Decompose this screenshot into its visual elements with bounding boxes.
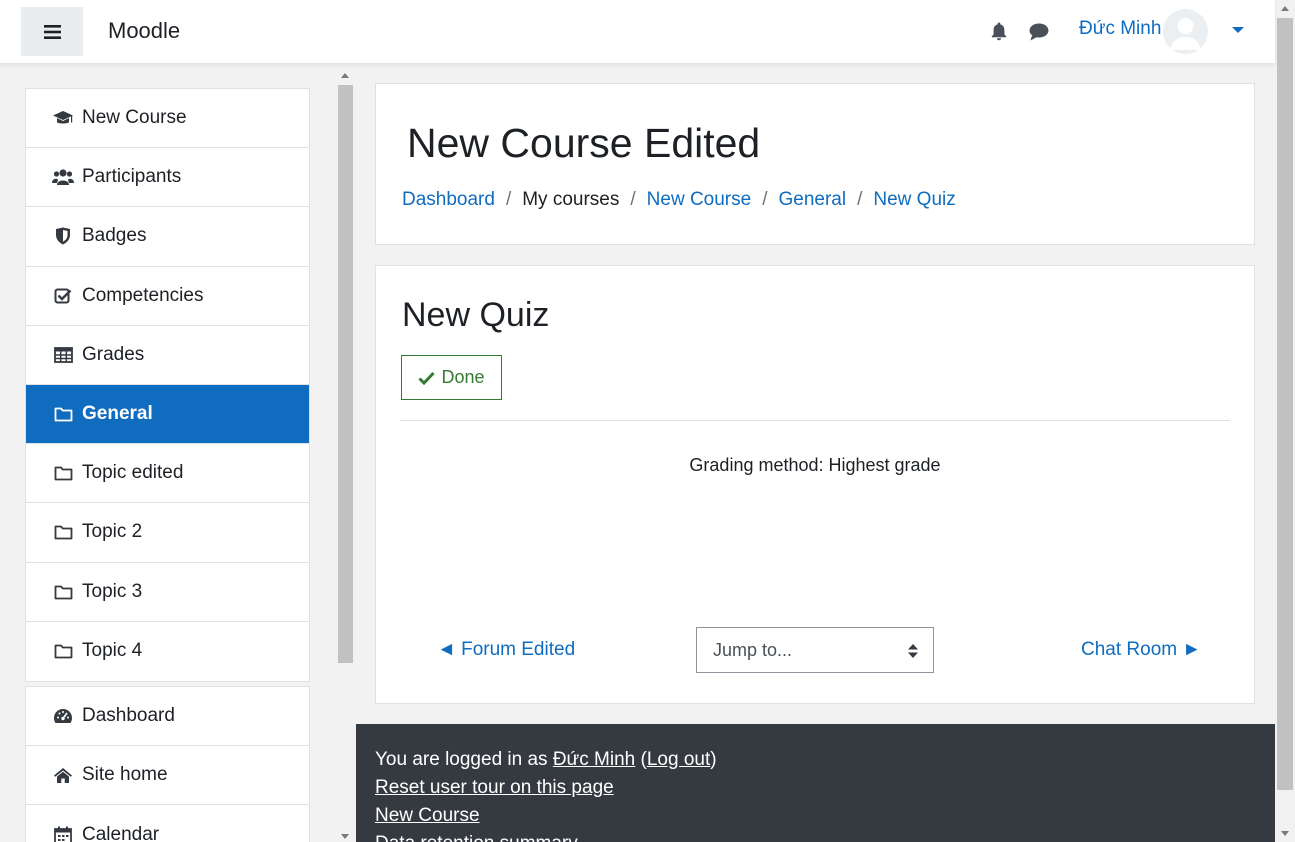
nav-item-topic-edited[interactable]: Topic edited bbox=[26, 444, 309, 504]
check-square-icon bbox=[52, 286, 74, 306]
chevron-down-icon[interactable] bbox=[1232, 27, 1244, 33]
nav-item-label: Participants bbox=[82, 166, 182, 188]
nav-item-general[interactable]: General bbox=[26, 384, 309, 445]
breadcrumb-separator: / bbox=[857, 189, 863, 210]
hamburger-icon bbox=[43, 24, 61, 39]
breadcrumb-new-quiz[interactable]: New Quiz bbox=[873, 189, 955, 211]
drawer-scrollbar[interactable] bbox=[337, 71, 353, 842]
bell-icon[interactable] bbox=[989, 21, 1009, 41]
scroll-down-icon[interactable] bbox=[341, 834, 349, 839]
logout-paren-open: ( bbox=[635, 749, 647, 770]
done-button[interactable]: Done bbox=[401, 355, 502, 400]
nav-item-label: Calendar bbox=[82, 823, 160, 842]
users-icon bbox=[52, 167, 74, 187]
site-nav-group: Dashboard Site home Calendar bbox=[25, 686, 310, 842]
page-scrollbar[interactable] bbox=[1275, 0, 1295, 842]
nav-item-label: Topic edited bbox=[82, 462, 184, 484]
nav-item-label: New Course bbox=[82, 107, 187, 129]
breadcrumb-new-course[interactable]: New Course bbox=[647, 189, 752, 211]
login-info: You are logged in as Đức Minh (Log out) bbox=[375, 746, 1275, 774]
check-icon bbox=[418, 371, 436, 385]
jump-to-select[interactable]: Jump to... bbox=[696, 627, 934, 673]
nav-item-topic-3[interactable]: Topic 3 bbox=[26, 563, 309, 622]
folder-icon bbox=[52, 641, 74, 661]
quiz-title: New Quiz bbox=[402, 296, 550, 334]
footer-course-link[interactable]: New Course bbox=[375, 805, 480, 826]
folder-icon bbox=[52, 522, 74, 542]
nav-item-new-course[interactable]: New Course bbox=[26, 89, 309, 149]
nav-item-label: Competencies bbox=[82, 284, 204, 306]
nav-item-label: Grades bbox=[82, 343, 145, 365]
calendar-icon bbox=[52, 825, 74, 842]
graduation-cap-icon bbox=[52, 108, 74, 128]
nav-item-label: Topic 3 bbox=[82, 580, 143, 602]
folder-icon bbox=[52, 463, 74, 483]
nav-item-site-home[interactable]: Site home bbox=[26, 746, 309, 806]
breadcrumb-dashboard[interactable]: Dashboard bbox=[402, 189, 495, 211]
avatar[interactable] bbox=[1163, 9, 1208, 54]
top-navbar: Moodle Đức Minh bbox=[0, 0, 1275, 63]
nav-item-calendar[interactable]: Calendar bbox=[26, 805, 309, 842]
home-icon bbox=[52, 765, 74, 785]
folder-icon bbox=[52, 404, 74, 424]
footer-user-link[interactable]: Đức Minh bbox=[553, 749, 635, 770]
logout-link[interactable]: Log out bbox=[647, 749, 710, 770]
prev-activity-link[interactable]: ◄ Forum Edited bbox=[437, 639, 575, 661]
nav-item-label: Topic 4 bbox=[82, 640, 143, 662]
nav-item-topic-4[interactable]: Topic 4 bbox=[26, 622, 309, 681]
nav-item-dashboard[interactable]: Dashboard bbox=[26, 687, 309, 747]
login-info-prefix: You are logged in as bbox=[375, 749, 553, 770]
page-footer: You are logged in as Đức Minh (Log out) … bbox=[356, 724, 1275, 842]
user-menu-name[interactable]: Đức Minh bbox=[1079, 18, 1161, 40]
divider bbox=[400, 420, 1230, 421]
grading-method-text: Grading method: Highest grade bbox=[689, 455, 941, 475]
chat-icon[interactable] bbox=[1028, 22, 1050, 42]
course-nav-group: New Course Participants Badges Competenc… bbox=[25, 88, 310, 682]
table-icon bbox=[52, 345, 74, 365]
nav-item-participants[interactable]: Participants bbox=[26, 148, 309, 208]
nav-item-topic-2[interactable]: Topic 2 bbox=[26, 503, 309, 563]
folder-icon bbox=[52, 582, 74, 602]
nav-item-badges[interactable]: Badges bbox=[26, 207, 309, 267]
logout-paren-close: ) bbox=[710, 749, 717, 770]
tachometer-icon bbox=[52, 706, 74, 726]
scroll-down-icon[interactable] bbox=[1281, 831, 1289, 836]
site-brand[interactable]: Moodle bbox=[108, 18, 180, 44]
nav-item-label: General bbox=[82, 403, 153, 425]
nav-item-grades[interactable]: Grades bbox=[26, 326, 309, 385]
scroll-up-icon[interactable] bbox=[1281, 6, 1289, 11]
nav-item-label: Topic 2 bbox=[82, 521, 143, 543]
next-activity-link[interactable]: Chat Room ► bbox=[1081, 639, 1201, 661]
data-retention-link[interactable]: Data retention summary bbox=[375, 833, 578, 842]
nav-item-competencies[interactable]: Competencies bbox=[26, 267, 309, 326]
select-arrows-icon bbox=[908, 644, 918, 658]
scroll-up-icon[interactable] bbox=[341, 73, 349, 78]
breadcrumb-general[interactable]: General bbox=[778, 189, 846, 211]
quiz-content-card: New Quiz Done Grading method: Highest gr… bbox=[375, 265, 1255, 704]
done-button-label: Done bbox=[441, 367, 485, 387]
nav-drawer: New Course Participants Badges Competenc… bbox=[0, 63, 356, 842]
breadcrumb-separator: / bbox=[505, 189, 512, 210]
reset-user-tour-link[interactable]: Reset user tour on this page bbox=[375, 777, 614, 798]
jump-to-label: Jump to... bbox=[713, 639, 793, 660]
breadcrumb-my-courses: My courses bbox=[522, 189, 620, 210]
shield-icon bbox=[52, 226, 74, 246]
breadcrumb-separator: / bbox=[630, 189, 636, 210]
drawer-scroll-thumb[interactable] bbox=[338, 85, 353, 663]
page-title: New Course Edited bbox=[407, 120, 761, 166]
breadcrumb: Dashboard / My courses / New Course / Ge… bbox=[402, 189, 956, 211]
page-header-card: New Course Edited Dashboard / My courses… bbox=[375, 83, 1255, 245]
drawer-toggle-button[interactable] bbox=[21, 7, 83, 56]
breadcrumb-separator: / bbox=[762, 189, 768, 210]
page-scroll-thumb[interactable] bbox=[1277, 18, 1293, 790]
nav-item-label: Site home bbox=[82, 764, 168, 786]
nav-item-label: Badges bbox=[82, 225, 147, 247]
nav-item-label: Dashboard bbox=[82, 705, 175, 727]
